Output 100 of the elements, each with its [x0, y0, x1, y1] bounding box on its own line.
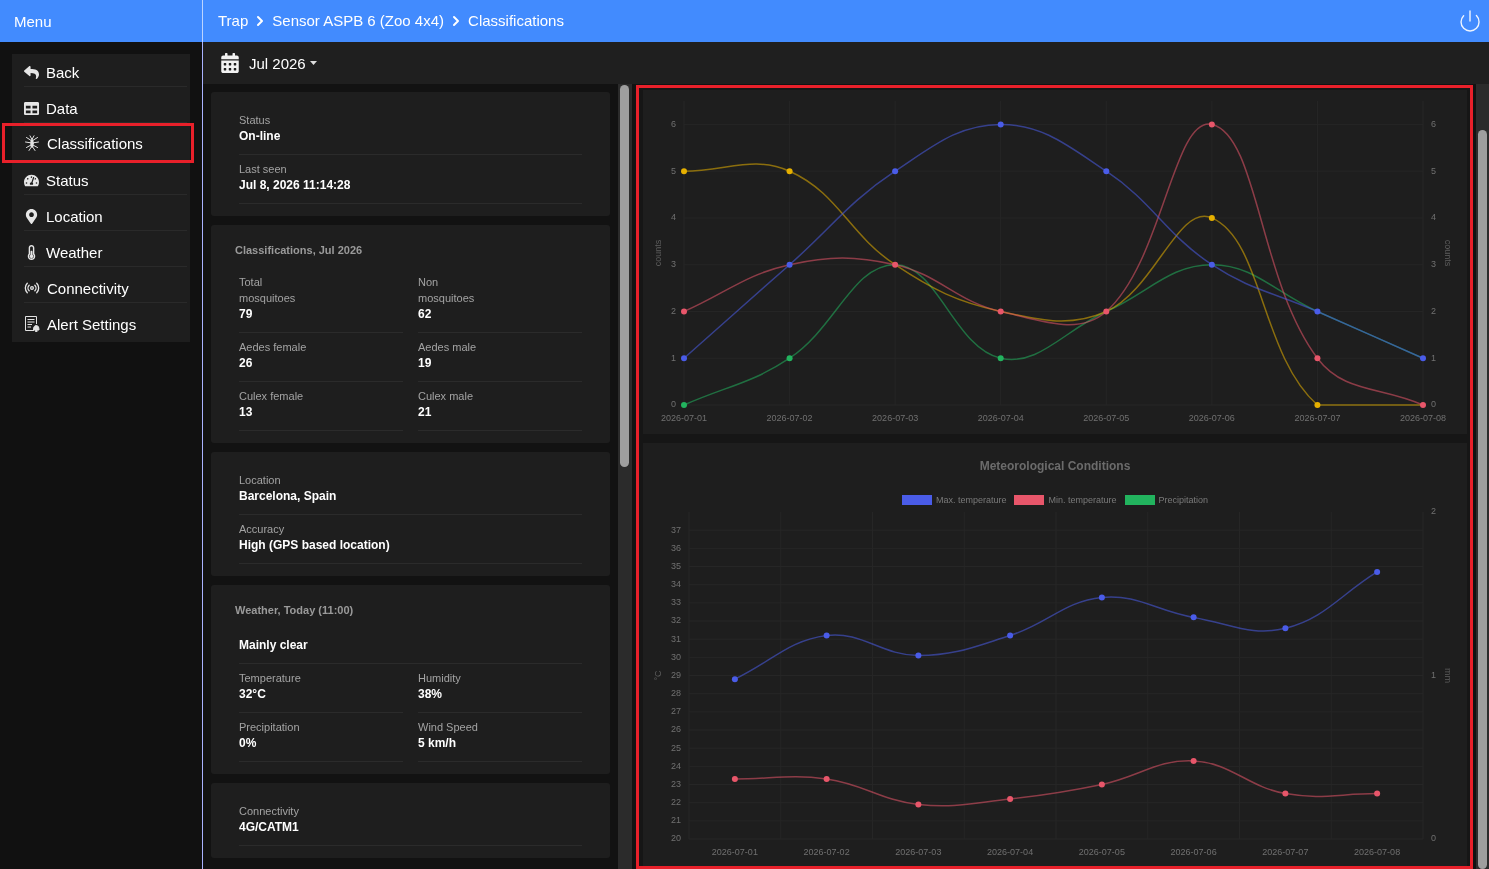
reply-arrow-icon — [24, 64, 39, 80]
field-value: Jul 8, 2026 11:14:28 — [239, 177, 351, 193]
axis-tick-label: 2026-07-08 — [1354, 846, 1401, 857]
field-value: 32°C — [239, 686, 266, 702]
axis-tick-label: 24 — [671, 760, 681, 771]
axis-tick-label: 2026-07-02 — [766, 412, 813, 423]
field-value: On-line — [239, 128, 281, 144]
axis-tick-label: 0 — [1431, 399, 1436, 410]
menu-item[interactable]: Alert Settings — [12, 306, 190, 342]
axis-tick-label: 2 — [1431, 507, 1436, 517]
axis-tick-label: 0 — [671, 399, 676, 410]
axis-title: mm — [1442, 668, 1453, 683]
axis-tick-label: 28 — [671, 688, 681, 699]
scrollbar-thumb[interactable] — [1478, 130, 1487, 869]
axis-tick-label: 21 — [671, 815, 681, 826]
axis-tick-label: 34 — [671, 579, 681, 590]
axis-tick-label: 2026-07-05 — [1083, 412, 1130, 423]
field-value: High (GPS based location) — [239, 537, 390, 553]
axis-tick-label: 2026-07-07 — [1294, 412, 1341, 423]
axis-tick-label: 35 — [671, 560, 681, 571]
axis-tick-label: 23 — [671, 778, 681, 789]
document-bell-icon — [24, 316, 40, 332]
field-label: Precipitation — [239, 720, 300, 735]
field-label: Aedes female — [239, 340, 307, 355]
field-value: 38% — [418, 686, 443, 702]
axis-title: counts — [1442, 239, 1453, 267]
field-label: Last seen — [239, 162, 287, 177]
field-label: Aedes male — [418, 340, 477, 355]
axis-tick-label: 5 — [1431, 165, 1436, 176]
field-value: 0% — [239, 735, 257, 751]
axis-tick-label: 2026-07-01 — [711, 846, 758, 857]
axis-tick-label: 31 — [671, 633, 681, 644]
axis-tick-label: 29 — [671, 669, 681, 680]
axis-tick-label: 2026-07-04 — [987, 846, 1034, 857]
gauge-icon — [24, 172, 39, 188]
axis-tick-label: 20 — [671, 833, 681, 844]
field-value: 13 — [239, 404, 253, 420]
legend-label: Max. temperature — [935, 495, 1007, 505]
field-value: 62 — [418, 306, 432, 322]
field-value: 26 — [239, 355, 253, 371]
axis-tick-label: 2026-07-01 — [661, 412, 707, 423]
map-pin-icon — [24, 208, 39, 224]
axis-tick-label: 5 — [671, 165, 676, 176]
table-icon — [24, 100, 39, 116]
field-value: 5 km/h — [418, 735, 456, 751]
axis-tick-label: 3 — [1431, 259, 1436, 270]
axis-tick-label: 2026-07-06 — [1188, 412, 1235, 423]
axis-tick-label: 6 — [671, 118, 676, 129]
axis-tick-label: 1 — [671, 352, 676, 363]
axis-tick-label: 2 — [671, 305, 676, 316]
legend-label: Min. temperature — [1048, 495, 1117, 505]
field-label: Culex male — [418, 389, 474, 404]
weather-summary: Mainly clear — [239, 637, 308, 653]
axis-tick-label: 2026-07-06 — [1170, 846, 1217, 857]
field-label: Location — [239, 473, 281, 488]
axis-tick-label: 2026-07-08 — [1400, 412, 1446, 423]
axis-tick-label: 22 — [671, 797, 681, 808]
axis-tick-label: 2026-07-07 — [1262, 846, 1309, 857]
axis-tick-label: 30 — [671, 651, 681, 662]
field-value: 19 — [418, 355, 432, 371]
field-label: Temperature — [239, 671, 301, 686]
month-picker[interactable]: Jul 2026 — [220, 53, 317, 73]
field-label: Non mosquitoes — [418, 275, 476, 306]
axis-tick-label: 27 — [671, 706, 681, 717]
axis-tick-label: 2026-07-02 — [803, 846, 850, 857]
card-title: Classifications, Jul 2026 — [235, 243, 363, 257]
chart-title: Meteorological Conditions — [979, 459, 1131, 473]
axis-title: counts — [653, 239, 664, 267]
field-label: Wind Speed — [418, 720, 478, 735]
axis-tick-label: 2026-07-04 — [977, 412, 1024, 423]
axis-tick-label: 36 — [671, 542, 681, 553]
axis-tick-label: 32 — [671, 615, 681, 626]
axis-tick-label: 37 — [671, 524, 681, 535]
broadcast-icon — [24, 280, 40, 296]
scrollbar-thumb[interactable] — [620, 85, 629, 467]
field-label: Culex female — [239, 389, 304, 404]
insect-icon — [24, 135, 40, 151]
axis-tick-label: 3 — [671, 259, 676, 270]
calendar-icon — [220, 53, 240, 73]
axis-tick-label: 2026-07-03 — [895, 846, 942, 857]
axis-tick-label: 26 — [671, 724, 681, 735]
field-label: Accuracy — [239, 522, 285, 537]
field-value: 21 — [418, 404, 432, 420]
axis-tick-label: 0 — [1431, 833, 1436, 844]
power-button[interactable] — [1458, 9, 1482, 33]
power-icon — [1458, 9, 1482, 33]
axis-tick-label: 25 — [671, 742, 681, 753]
card-title: Weather, Today (11:00) — [235, 603, 354, 617]
legend-label: Precipitation — [1158, 495, 1209, 505]
axis-tick-label: 4 — [1431, 212, 1436, 223]
field-label: Total mosquitoes — [239, 275, 297, 306]
axis-tick-label: 6 — [1431, 118, 1436, 129]
field-label: Humidity — [418, 671, 461, 686]
axis-tick-label: 2026-07-03 — [872, 412, 919, 423]
caret-icon — [309, 61, 317, 65]
field-value: 79 — [239, 306, 253, 322]
axis-tick-label: 1 — [1431, 352, 1436, 363]
axis-tick-label: 33 — [671, 597, 681, 608]
field-label: Connectivity — [239, 804, 299, 819]
axis-tick-label: 4 — [671, 212, 676, 223]
